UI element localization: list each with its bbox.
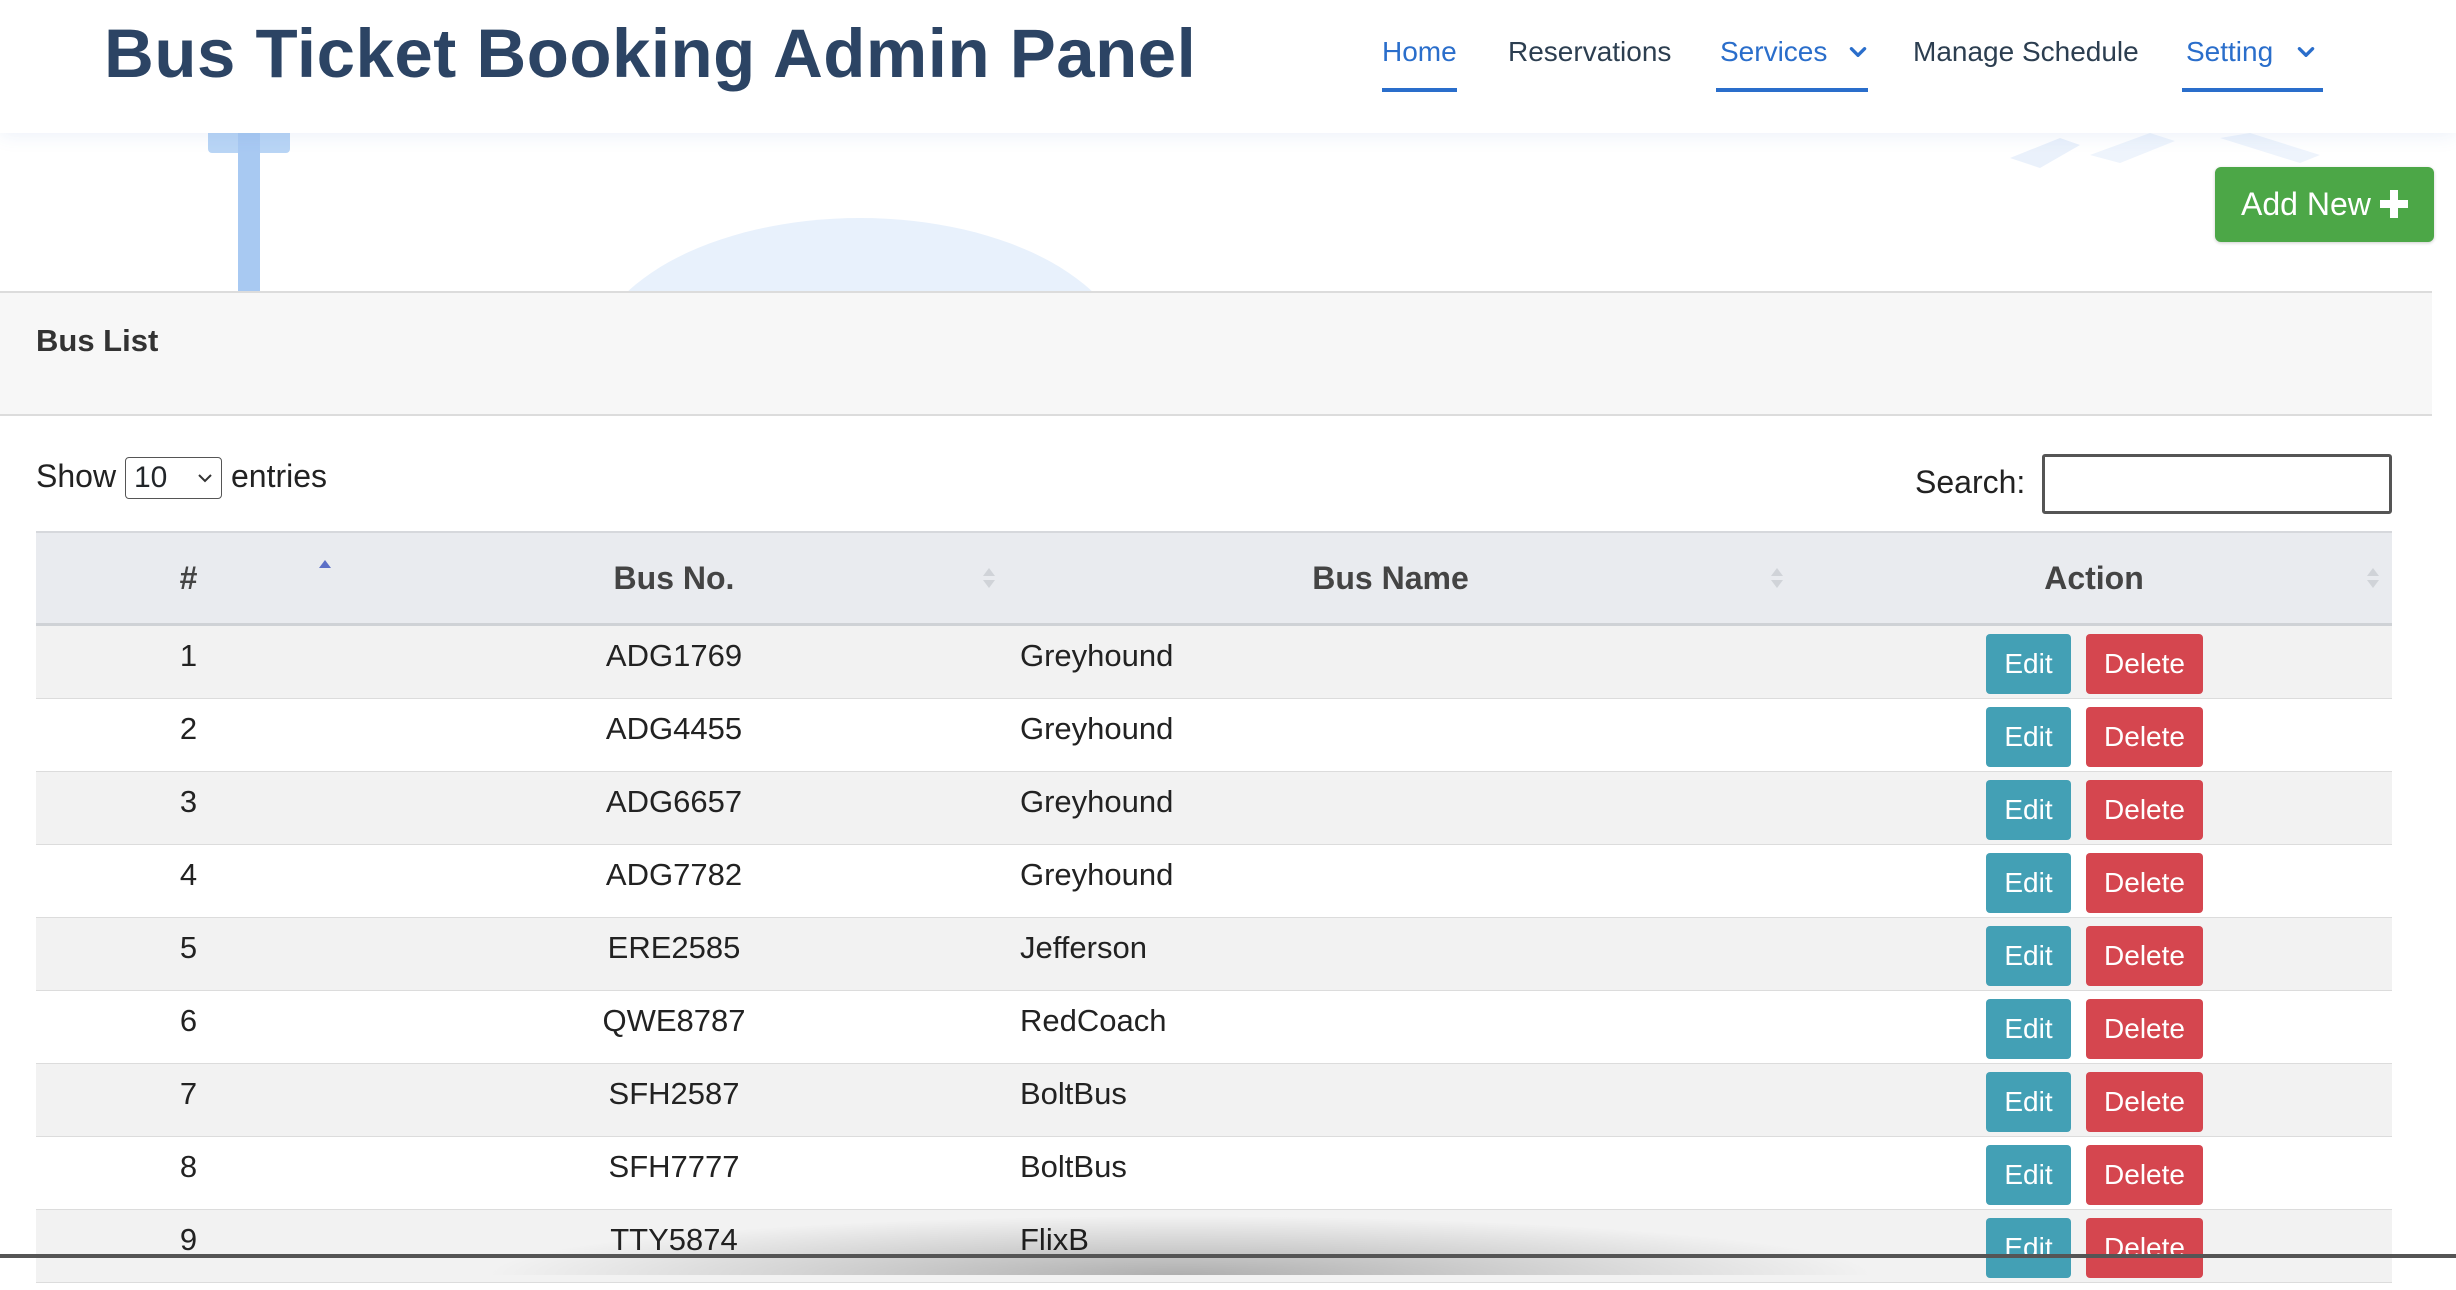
bus-number-cell: ADG1769 <box>605 638 743 673</box>
delete-button[interactable]: Delete <box>2086 707 2203 767</box>
sort-ascending-icon <box>319 560 331 568</box>
column-header-bus-name[interactable]: Bus Name <box>1020 533 1761 623</box>
bus-number-cell: SFH2587 <box>608 1076 740 1111</box>
column-header-label: Action <box>2044 560 2144 596</box>
delete-button[interactable]: Delete <box>2086 1145 2203 1205</box>
nav-item-home[interactable]: Home <box>1382 30 1457 92</box>
nav-item-manage-schedule[interactable]: Manage Schedule <box>1913 30 2139 88</box>
table-row: 1 ADG1769 Greyhound Edit Delete <box>36 626 2392 699</box>
bus-number-cell: TTY5874 <box>610 1222 738 1257</box>
table-row: 4 ADG7782 Greyhound Edit Delete <box>36 845 2392 918</box>
delete-button[interactable]: Delete <box>2086 780 2203 840</box>
nav-item-label: Reservations <box>1508 36 1672 67</box>
edit-button[interactable]: Edit <box>1986 1218 2071 1278</box>
row-number: 2 <box>179 711 198 746</box>
nav-item-label: Setting <box>2186 36 2274 67</box>
search-input[interactable] <box>2042 454 2392 514</box>
card-title: Bus List <box>36 323 159 358</box>
table-row: 7 SFH2587 BoltBus Edit Delete <box>36 1064 2392 1137</box>
table-row: 2 ADG4455 Greyhound Edit Delete <box>36 699 2392 772</box>
nav-item-reservations[interactable]: Reservations <box>1508 30 1671 88</box>
entries-select-value: 10 <box>134 461 168 494</box>
edit-button[interactable]: Edit <box>1986 780 2071 840</box>
nav-item-setting[interactable]: Setting <box>2182 30 2323 92</box>
card-header: Bus List <box>0 291 2432 416</box>
edit-button[interactable]: Edit <box>1986 999 2071 1059</box>
delete-button[interactable]: Delete <box>2086 1072 2203 1132</box>
bus-number-cell: ERE2585 <box>607 930 741 965</box>
table-row: 8 SFH7777 BoltBus Edit Delete <box>36 1137 2392 1210</box>
add-new-button[interactable]: Add New <box>2215 167 2434 242</box>
chevron-down-icon <box>2297 46 2315 57</box>
sort-both-icon <box>2367 568 2379 588</box>
edit-button[interactable]: Edit <box>1986 1145 2071 1205</box>
nav-item-label: Services <box>1720 36 1828 67</box>
sort-both-icon <box>1771 568 1783 588</box>
column-header-bus-no[interactable]: Bus No. <box>341 533 1007 623</box>
bus-name-cell: Greyhound <box>1020 784 1174 819</box>
delete-button[interactable]: Delete <box>2086 1218 2203 1278</box>
bus-name-cell: Greyhound <box>1020 857 1174 892</box>
bus-name-cell: RedCoach <box>1020 1003 1167 1038</box>
table-row: 3 ADG6657 Greyhound Edit Delete <box>36 772 2392 845</box>
edit-button[interactable]: Edit <box>1986 707 2071 767</box>
table-row: 5 ERE2585 Jefferson Edit Delete <box>36 918 2392 991</box>
plus-icon <box>2380 190 2408 218</box>
bus-number-cell: ADG4455 <box>605 711 743 746</box>
row-number: 4 <box>179 857 198 892</box>
nav-item-services[interactable]: Services <box>1716 30 1868 92</box>
bus-number-cell: ADG6657 <box>605 784 743 819</box>
column-header-action[interactable]: Action <box>1811 533 2377 623</box>
edit-button[interactable]: Edit <box>1986 853 2071 913</box>
entries-label: entries <box>231 458 328 494</box>
chevron-down-icon <box>198 474 212 483</box>
row-number: 6 <box>179 1003 198 1038</box>
edit-button[interactable]: Edit <box>1986 1072 2071 1132</box>
row-number: 3 <box>179 784 198 819</box>
delete-button[interactable]: Delete <box>2086 926 2203 986</box>
row-number: 7 <box>179 1076 198 1111</box>
table-row: 9 TTY5874 FlixB Edit Delete <box>36 1210 2392 1283</box>
column-header-number[interactable]: # <box>36 533 341 623</box>
nav-item-label: Manage Schedule <box>1913 36 2139 67</box>
row-number: 1 <box>179 638 198 673</box>
delete-button[interactable]: Delete <box>2086 853 2203 913</box>
sort-both-icon <box>983 568 995 588</box>
chevron-down-icon <box>1849 46 1867 57</box>
edit-button[interactable]: Edit <box>1986 634 2071 694</box>
entries-select[interactable]: 10 <box>125 457 222 499</box>
bus-number-cell: QWE8787 <box>602 1003 746 1038</box>
bus-name-cell: Greyhound <box>1020 638 1174 673</box>
sign-pole-decoration <box>238 133 260 291</box>
bus-list-table: # Bus No. Bus Name Action 1 ADG1769 Grey… <box>36 531 2392 1283</box>
bus-name-cell: Jefferson <box>1020 930 1147 965</box>
table-header-row: # Bus No. Bus Name Action <box>36 531 2392 626</box>
column-header-label: # <box>179 560 198 596</box>
column-header-label: Bus Name <box>1312 560 1469 596</box>
window-bottom-edge <box>0 1254 2456 1258</box>
add-new-label: Add New <box>2241 186 2371 222</box>
delete-button[interactable]: Delete <box>2086 634 2203 694</box>
table-row: 6 QWE8787 RedCoach Edit Delete <box>36 991 2392 1064</box>
brand-title[interactable]: Bus Ticket Booking Admin Panel <box>104 14 1196 94</box>
bus-number-cell: ADG7782 <box>605 857 743 892</box>
search-label: Search: <box>1915 464 2026 500</box>
column-header-label: Bus No. <box>613 560 735 596</box>
edit-button[interactable]: Edit <box>1986 926 2071 986</box>
bus-name-cell: BoltBus <box>1020 1149 1127 1184</box>
bus-number-cell: SFH7777 <box>608 1149 740 1184</box>
show-label: Show <box>36 458 117 494</box>
nav-item-label: Home <box>1382 36 1457 67</box>
row-number: 5 <box>179 930 198 965</box>
row-number: 8 <box>179 1149 198 1184</box>
top-navbar: Bus Ticket Booking Admin Panel Home Rese… <box>0 0 2456 133</box>
row-number: 9 <box>179 1222 198 1257</box>
bus-name-cell: FlixB <box>1020 1222 1089 1257</box>
bus-name-cell: Greyhound <box>1020 711 1174 746</box>
banner-background <box>0 133 2456 291</box>
bus-name-cell: BoltBus <box>1020 1076 1127 1111</box>
delete-button[interactable]: Delete <box>2086 999 2203 1059</box>
globe-decoration <box>590 218 1130 291</box>
